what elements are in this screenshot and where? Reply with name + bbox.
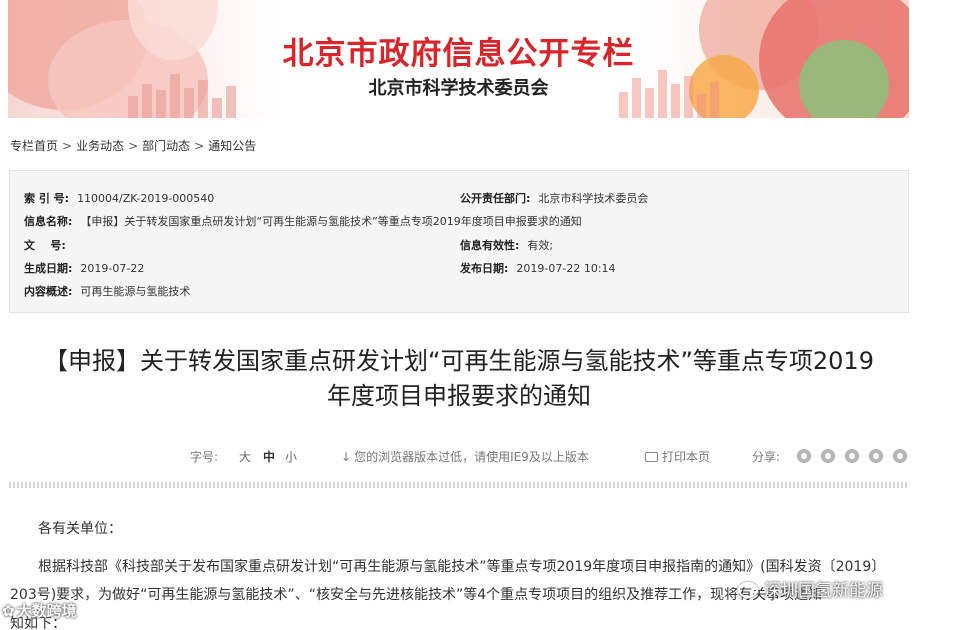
watermark-right-text: 深圳国氢新能源 [764,581,883,601]
breadcrumb-home-link[interactable]: 专栏首页 [10,137,58,154]
info-index-row: 索 引 号: 110004/ZK-2019-000540 [24,190,214,206]
browser-version-notice: ↓ 您的浏览器版本过低，请使用IE9及以上版本 [341,448,589,465]
info-summary-value: 可再生能源与氢能技术 [80,285,191,298]
info-validity-value: 有效; [527,239,554,252]
header-banner: 北京市政府信息公开专栏 北京市科学技术委员会 [8,0,909,118]
share-icons [797,448,917,463]
breadcrumb-separator: > [194,139,205,153]
watermark-right: 深圳国氢新能源 [738,576,883,601]
info-published-row: 发布日期: 2019-07-22 10:14 [460,260,616,276]
document-info-panel: 索 引 号: 110004/ZK-2019-000540 公开责任部门: 北京市科学… [9,170,909,313]
info-name-value: 【申报】关于转发国家重点研发计划“可再生能源与氢能技术”等重点专项2019年度项… [80,215,582,228]
dotted-divider [9,482,909,488]
info-name-row: 信息名称: 【申报】关于转发国家重点研发计划“可再生能源与氢能技术”等重点专项20… [24,213,582,229]
font-size-small-button[interactable]: 小 [285,448,297,465]
watermark-left: ✿ 大数跨境 [2,600,77,621]
watermark-logo-icon: ✿ [2,602,15,620]
print-page-button[interactable]: 打印本页 [645,448,710,465]
info-published-label: 发布日期: [460,262,509,275]
download-arrow-icon: ↓ [341,450,352,464]
browser-version-text: 您的浏览器版本过低，请使用IE9及以上版本 [354,450,589,464]
info-dept-label: 公开责任部门: [460,192,531,205]
body-paragraph-line1: 根据科技部《科技部关于发布国家重点研发计划“可再生能源与氢能技术”等重点专项20… [38,559,886,575]
banner-title: 北京市政府信息公开专栏 [282,36,635,72]
info-index-value: 110004/ZK-2019-000540 [77,192,215,205]
article-title-line2: 年度项目申报要求的通知 [327,382,591,410]
info-docno-row: 文 号: [24,237,74,253]
article-title: 【申报】关于转发国家重点研发计划“可再生能源与氢能技术”等重点专项2019 年度… [14,344,904,414]
info-created-value: 2019-07-22 [80,262,145,275]
info-dept-row: 公开责任部门: 北京市科学技术委员会 [460,190,648,206]
breadcrumb-separator: > [128,139,139,153]
breadcrumb: 专栏首页 > 业务动态 > 部门动态 > 通知公告 [10,137,256,154]
wechat-icon [738,582,758,598]
info-docno-label: 文 号: [24,239,66,252]
share-icon-1[interactable] [797,448,811,463]
share-icon-4[interactable] [869,448,883,463]
article-toolbar: 字号: 大 中 小 ↓ 您的浏览器版本过低，请使用IE9及以上版本 打印本页 分享… [0,448,956,466]
info-name-label: 信息名称: [24,215,73,228]
share-icon-3[interactable] [845,448,859,463]
article-title-line1: 【申报】关于转发国家重点研发计划“可再生能源与氢能技术”等重点专项2019 [44,347,874,375]
breadcrumb-dept-link[interactable]: 部门动态 [142,137,190,154]
share-icon-5[interactable] [893,448,907,463]
breadcrumb-business-link[interactable]: 业务动态 [76,137,124,154]
info-summary-label: 内容概述: [24,285,73,298]
share-icon-2[interactable] [821,448,835,463]
font-size-large-button[interactable]: 大 [239,448,251,465]
breadcrumb-notice-link[interactable]: 通知公告 [208,137,256,154]
banner-subtitle: 北京市科学技术委员会 [368,78,549,99]
body-greeting: 各有关单位： [38,521,122,537]
info-validity-row: 信息有效性: 有效; [460,237,553,253]
info-validity-label: 信息有效性: [460,239,520,252]
info-published-value: 2019-07-22 10:14 [516,262,616,275]
info-created-row: 生成日期: 2019-07-22 [24,260,144,276]
printer-icon [645,452,658,462]
share-label: 分享: [752,450,781,464]
breadcrumb-separator: > [62,139,73,153]
info-index-label: 索 引 号: [24,192,70,205]
info-summary-row: 内容概述: 可再生能源与氢能技术 [24,283,190,299]
info-dept-value: 北京市科学技术委员会 [538,192,649,205]
font-size-medium-button[interactable]: 中 [263,448,275,465]
font-size-label: 字号: [190,450,219,464]
print-label: 打印本页 [662,450,711,464]
info-created-label: 生成日期: [24,262,73,275]
watermark-left-text: 大数跨境 [16,602,77,620]
body-paragraph-line2: 203号)要求，为做好“可再生能源与氢能技术”、“核安全与先进核能技术”等4个重… [10,587,823,603]
